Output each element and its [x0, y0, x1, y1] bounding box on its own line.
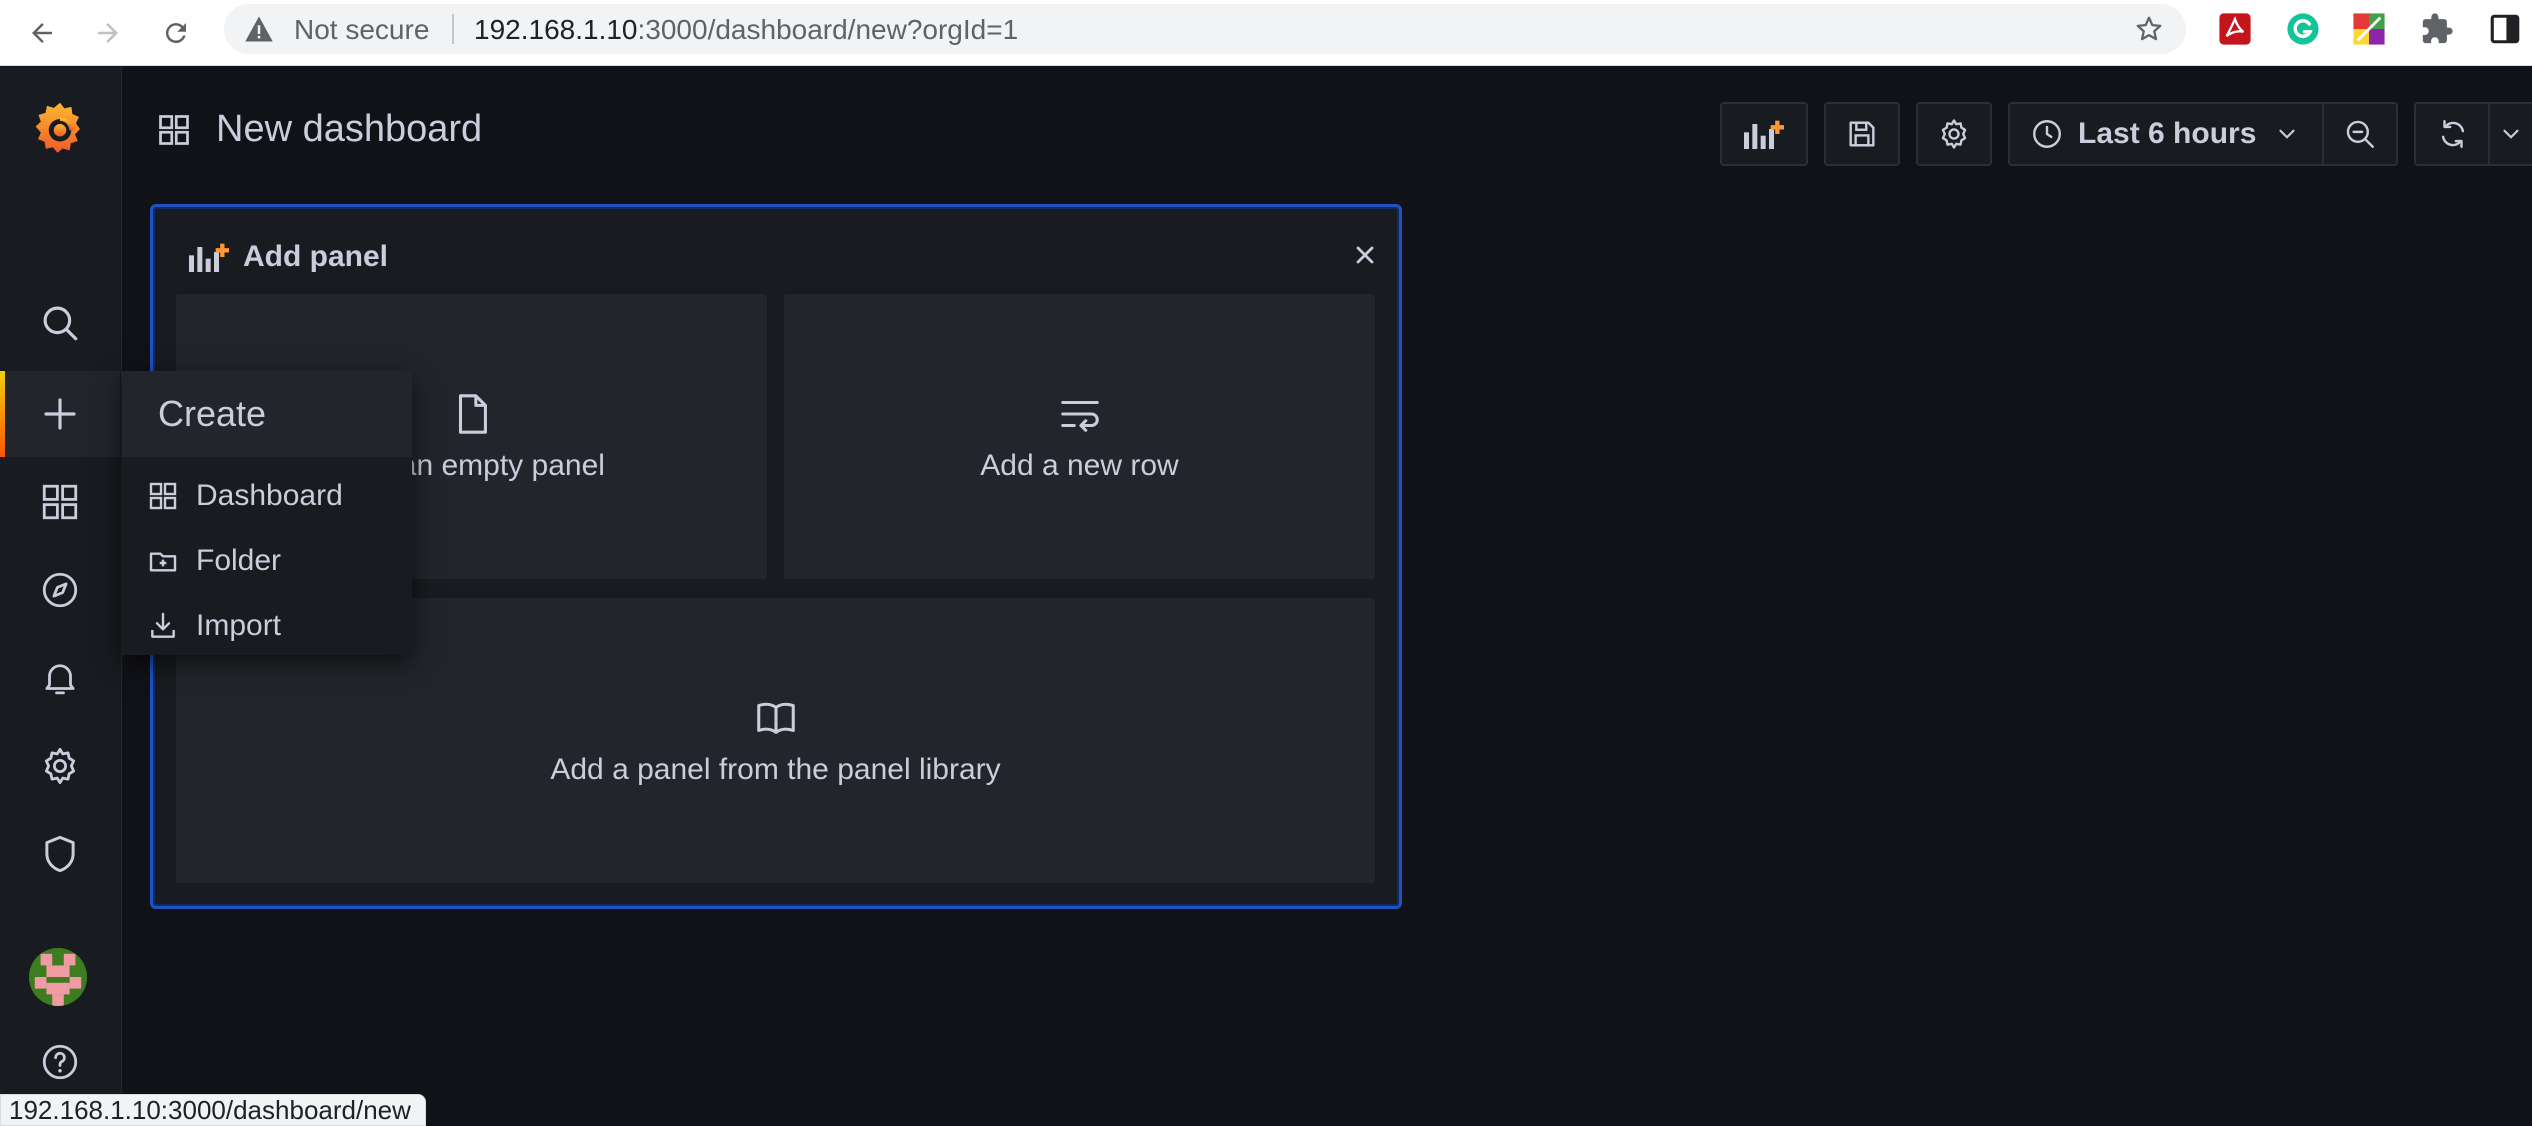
apps-icon: [149, 482, 177, 510]
sync-icon: [2441, 120, 2465, 148]
sidebar-item-create[interactable]: [0, 371, 120, 457]
extensions-puzzle-icon[interactable]: [2420, 12, 2454, 46]
warning-icon: [245, 16, 273, 42]
link-status-bubble: 192.168.1.10:3000/dashboard/new: [0, 1094, 426, 1126]
card-label: Add a new row: [980, 448, 1179, 482]
forward-button[interactable]: [84, 9, 132, 57]
save-icon: [1849, 121, 1875, 147]
close-icon[interactable]: [1351, 241, 1379, 269]
refresh-button[interactable]: [2414, 102, 2490, 166]
create-menu-item-label: Dashboard: [196, 479, 343, 512]
grafana-logo-icon: [35, 102, 80, 153]
url-host: 192.168.1.10: [474, 14, 638, 45]
create-menu-item-import[interactable]: Import: [122, 595, 412, 657]
url-path: :3000/dashboard/new?orgId=1: [637, 14, 1019, 45]
grammarly-extension-icon[interactable]: [2286, 12, 2320, 46]
time-range-picker[interactable]: Last 6 hours: [2008, 102, 2324, 166]
add-panel-header: Add panel: [183, 237, 388, 277]
sidebar-item-search[interactable]: [0, 280, 120, 366]
book-open-icon: [756, 702, 795, 734]
grafana-home-logo[interactable]: [0, 86, 120, 172]
dashboard-title-bar: New dashboard: [156, 108, 482, 151]
page-title[interactable]: New dashboard: [216, 108, 482, 151]
plus-icon: [44, 398, 76, 430]
dashboards-icon: [42, 484, 78, 520]
create-menu-item-dashboard[interactable]: Dashboard: [122, 465, 412, 527]
sidebar-item-help[interactable]: [0, 1019, 120, 1105]
folder-plus-icon: [149, 552, 177, 572]
sidebar-item-dashboards[interactable]: [0, 459, 120, 545]
arrow-left-icon: [32, 23, 52, 43]
sidebar-item-alerting[interactable]: [0, 635, 120, 721]
apps-icon: [159, 114, 189, 145]
panel-add-icon: [189, 243, 229, 272]
security-label[interactable]: Not secure: [294, 14, 429, 46]
card-label: Add a panel from the panel library: [550, 752, 1001, 786]
omnibox-divider: [452, 14, 454, 44]
time-range-label: Last 6 hours: [2078, 117, 2257, 150]
url-text[interactable]: 192.168.1.10:3000/dashboard/new?orgId=1: [474, 14, 1018, 46]
user-avatar[interactable]: [29, 948, 87, 1006]
chevron-down-icon: [2279, 129, 2295, 139]
add-panel-title: Add panel: [243, 240, 389, 273]
sidebar-item-explore[interactable]: [0, 547, 120, 633]
reload-icon: [165, 23, 186, 44]
shield-icon: [45, 835, 75, 873]
search-icon: [43, 306, 78, 341]
import-icon: [151, 612, 175, 638]
chevron-down-icon: [2503, 129, 2519, 139]
back-button[interactable]: [18, 9, 66, 57]
bell-icon: [45, 664, 75, 695]
side-menu: [0, 66, 122, 1126]
browser-toolbar: Not secure 192.168.1.10:3000/dashboard/n…: [0, 0, 2532, 66]
color-extension-icon[interactable]: [2352, 12, 2386, 46]
sidebar-item-configuration[interactable]: [0, 723, 120, 809]
bookmark-star-icon[interactable]: [2134, 14, 2164, 44]
help-icon: [42, 1044, 78, 1080]
save-dashboard-button[interactable]: [1824, 102, 1900, 166]
dashboard-settings-button[interactable]: [1916, 102, 1992, 166]
create-menu-item-label: Folder: [196, 544, 282, 577]
zoom-out-button[interactable]: [2322, 102, 2398, 166]
gear-icon: [1941, 119, 1967, 149]
create-menu-title[interactable]: Create: [122, 371, 412, 457]
gear-icon: [44, 747, 76, 785]
arrow-right-icon: [98, 23, 118, 43]
side-panel-icon[interactable]: [2488, 12, 2522, 46]
create-menu-item-folder[interactable]: Folder: [122, 530, 412, 592]
add-new-row-card[interactable]: Add a new row: [784, 294, 1375, 579]
wrap-text-icon: [1060, 400, 1099, 432]
address-bar[interactable]: Not secure 192.168.1.10:3000/dashboard/n…: [224, 4, 2186, 54]
sidebar-item-server-admin[interactable]: [0, 811, 120, 897]
clock-icon: [2033, 120, 2061, 148]
avatar-image: [29, 948, 87, 1006]
create-menu: Create Dashboard Folder Import: [122, 371, 412, 655]
refresh-interval-dropdown[interactable]: [2488, 102, 2532, 166]
create-menu-item-label: Import: [196, 609, 282, 642]
reload-button[interactable]: [152, 9, 200, 57]
add-panel-button[interactable]: [1720, 102, 1808, 166]
file-blank-icon: [458, 393, 487, 434]
zoom-out-icon: [2346, 120, 2374, 148]
pdf-extension-icon[interactable]: [2218, 12, 2252, 46]
explore-icon: [42, 572, 78, 608]
panel-add-icon: [1744, 120, 1784, 149]
